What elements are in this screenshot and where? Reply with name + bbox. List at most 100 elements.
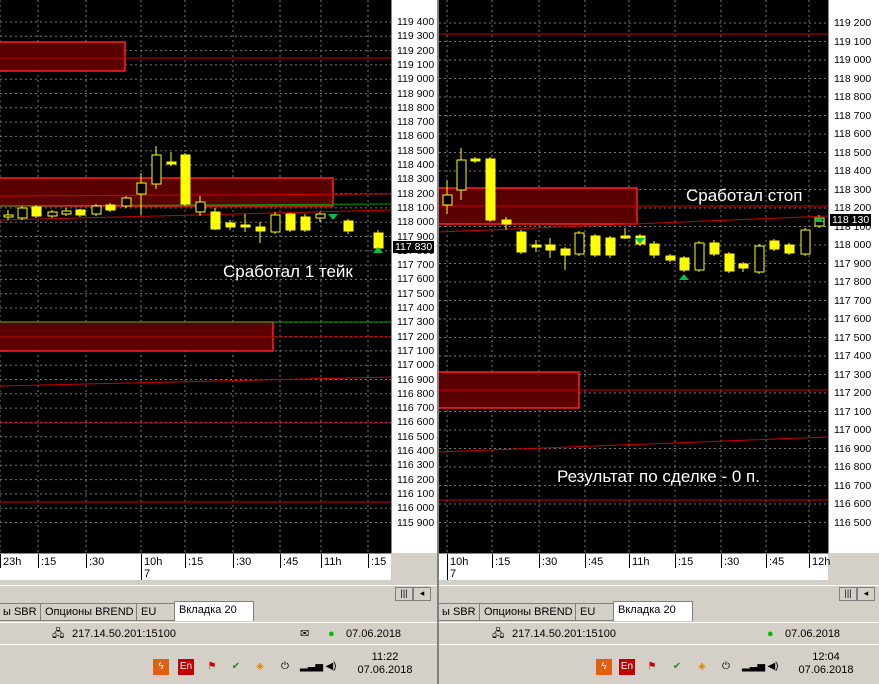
price-tick-label: 118 400 bbox=[834, 165, 872, 177]
price-tick-label: 116 700 bbox=[397, 402, 435, 415]
candle-body bbox=[709, 242, 720, 255]
power-plug-icon[interactable]: ⏻ bbox=[718, 659, 734, 675]
lang-en-icon[interactable]: En bbox=[178, 659, 194, 675]
candle-body bbox=[470, 158, 481, 162]
price-zone bbox=[0, 41, 126, 72]
price-tick-label: 117 300 bbox=[834, 368, 872, 381]
candle-body bbox=[47, 211, 58, 217]
scroll-left-button[interactable]: ◂ bbox=[857, 587, 875, 601]
price-tick-label: 118 000 bbox=[834, 239, 872, 251]
right-window: Сработал стоп Результат по сделке - 0 п.… bbox=[439, 0, 879, 684]
candle-body bbox=[754, 245, 765, 273]
sell-marker bbox=[328, 214, 338, 220]
right-price-chart[interactable]: Сработал стоп Результат по сделке - 0 п. bbox=[439, 0, 828, 553]
price-tick-label: 117 000 bbox=[834, 424, 872, 436]
time-tick-label: :15 bbox=[678, 556, 694, 568]
left-price-chart[interactable]: Сработал 1 тейк bbox=[0, 0, 391, 553]
price-tick-label: 118 000 bbox=[397, 216, 435, 229]
right-price-axis[interactable]: 119 200 119 100 119 000 118 900 118 800 118 7… bbox=[828, 0, 879, 553]
candle-body bbox=[315, 213, 326, 219]
mail-icon[interactable]: ✉ bbox=[300, 626, 309, 642]
right-clock[interactable]: 12:04 07.06.2018 bbox=[791, 651, 861, 677]
clock-time: 11:22 bbox=[371, 651, 399, 663]
tab-1[interactable]: Опционы BREND bbox=[479, 603, 583, 621]
green-dot-icon: ● bbox=[767, 628, 774, 640]
scroll-left-button[interactable]: ◂ bbox=[413, 587, 431, 601]
left-clock[interactable]: 11:22 07.06.2018 bbox=[350, 651, 420, 677]
price-tick-label: 119 300 bbox=[397, 30, 435, 43]
candle-body bbox=[649, 243, 660, 256]
time-tick-label: 12h bbox=[812, 556, 831, 568]
clock-time: 12:04 bbox=[812, 651, 840, 663]
right-horizontal-scrollbar[interactable]: ||| ◂ bbox=[439, 585, 879, 601]
green-dot-icon: ● bbox=[328, 628, 335, 640]
candle-body bbox=[501, 219, 512, 225]
right-time-axis[interactable]: 10h:15:30:45 11h:15:30:45 12h 7 bbox=[439, 553, 831, 580]
left-status-bar: 🖧 217.14.50.201:15100 ✉ ● 07.06.2018 bbox=[0, 622, 437, 645]
price-tick-label: 116 800 bbox=[397, 387, 435, 400]
candle-body bbox=[343, 220, 354, 232]
price-tick-label: 116 400 bbox=[397, 445, 435, 457]
candle-body bbox=[255, 226, 266, 232]
price-tick-label: 117 000 bbox=[397, 359, 435, 372]
candle-body bbox=[574, 232, 585, 255]
candle-body bbox=[485, 158, 496, 221]
price-tick-label: 118 500 bbox=[834, 146, 872, 159]
candle-body bbox=[17, 207, 28, 219]
candle-body bbox=[545, 244, 556, 251]
price-tick-label: 116 800 bbox=[834, 461, 872, 473]
flag-x-icon[interactable]: ⚑ bbox=[204, 659, 220, 675]
clock-date: 07.06.2018 bbox=[357, 664, 413, 676]
price-tick-label: 118 100 bbox=[397, 201, 435, 214]
time-tick-mark bbox=[629, 554, 630, 568]
candle-body bbox=[61, 210, 72, 215]
speaker-icon[interactable]: ◀) bbox=[765, 659, 781, 675]
time-tick-label: :30 bbox=[89, 556, 105, 568]
left-horizontal-scrollbar[interactable]: ||| ◂ bbox=[0, 585, 437, 601]
signal-icon[interactable]: ▂▃▅ bbox=[300, 659, 323, 675]
tab-3[interactable]: Вкладка 20 bbox=[613, 601, 693, 621]
candle-body bbox=[31, 206, 42, 217]
price-tick-label: 118 400 bbox=[397, 159, 435, 171]
flame-icon[interactable]: ϟ bbox=[153, 659, 169, 675]
network-icon[interactable]: ◈ bbox=[694, 659, 710, 675]
shield-check-icon[interactable]: ✔ bbox=[228, 659, 244, 675]
tab-3[interactable]: Вкладка 20 bbox=[174, 601, 254, 621]
speaker-icon[interactable]: ◀) bbox=[323, 659, 339, 675]
price-tick-label: 116 600 bbox=[397, 416, 435, 429]
flag-x-icon[interactable]: ⚑ bbox=[644, 659, 660, 675]
price-tick-label: 119 000 bbox=[834, 54, 872, 66]
candle-body bbox=[210, 211, 221, 230]
candle-body bbox=[75, 209, 86, 216]
tab-1[interactable]: Опционы BREND bbox=[40, 603, 144, 621]
price-tick-label: 117 500 bbox=[397, 287, 435, 300]
flame-icon[interactable]: ϟ bbox=[596, 659, 612, 675]
price-zone bbox=[0, 177, 334, 207]
price-tick-label: 116 200 bbox=[397, 473, 435, 486]
shield-check-icon[interactable]: ✔ bbox=[669, 659, 685, 675]
price-tick-label: 119 400 bbox=[397, 16, 435, 28]
signal-icon[interactable]: ▂▃▅ bbox=[742, 659, 765, 675]
lang-en-icon[interactable]: En bbox=[619, 659, 635, 675]
scroll-menu-button[interactable]: ||| bbox=[395, 587, 413, 601]
price-tick-label: 116 500 bbox=[397, 430, 435, 443]
candle-body bbox=[195, 201, 206, 213]
power-plug-icon[interactable]: ⏻ bbox=[277, 659, 293, 675]
price-tick-label: 117 700 bbox=[834, 294, 872, 307]
price-tick-label: 116 600 bbox=[834, 498, 872, 510]
time-tick-mark bbox=[809, 554, 810, 568]
price-tick-label: 117 500 bbox=[834, 331, 872, 344]
left-time-axis[interactable]: 23h:15:30 10h:15:30:45 11h:15 7 bbox=[0, 553, 391, 580]
candle-body bbox=[225, 222, 236, 228]
time-tick-mark bbox=[721, 554, 722, 568]
left-taskbar-tray: ϟ En ⚑ ✔ ◈ ⏻ ▂▃▅ ◀) 11:22 07.06.2018 bbox=[0, 644, 437, 684]
time-tick-label: 11h bbox=[324, 556, 342, 568]
candle-body bbox=[800, 229, 811, 255]
network-icon[interactable]: ◈ bbox=[252, 659, 268, 675]
scroll-menu-button[interactable]: ||| bbox=[839, 587, 857, 601]
price-tick-label: 118 700 bbox=[834, 109, 872, 122]
status-connection: 217.14.50.201:15100 bbox=[512, 628, 616, 640]
price-tick-label: 115 900 bbox=[397, 516, 435, 529]
left-price-axis[interactable]: 119 400 119 300 119 200 119 100 119 000 118 9… bbox=[391, 0, 437, 553]
time-tick-mark bbox=[321, 554, 322, 568]
